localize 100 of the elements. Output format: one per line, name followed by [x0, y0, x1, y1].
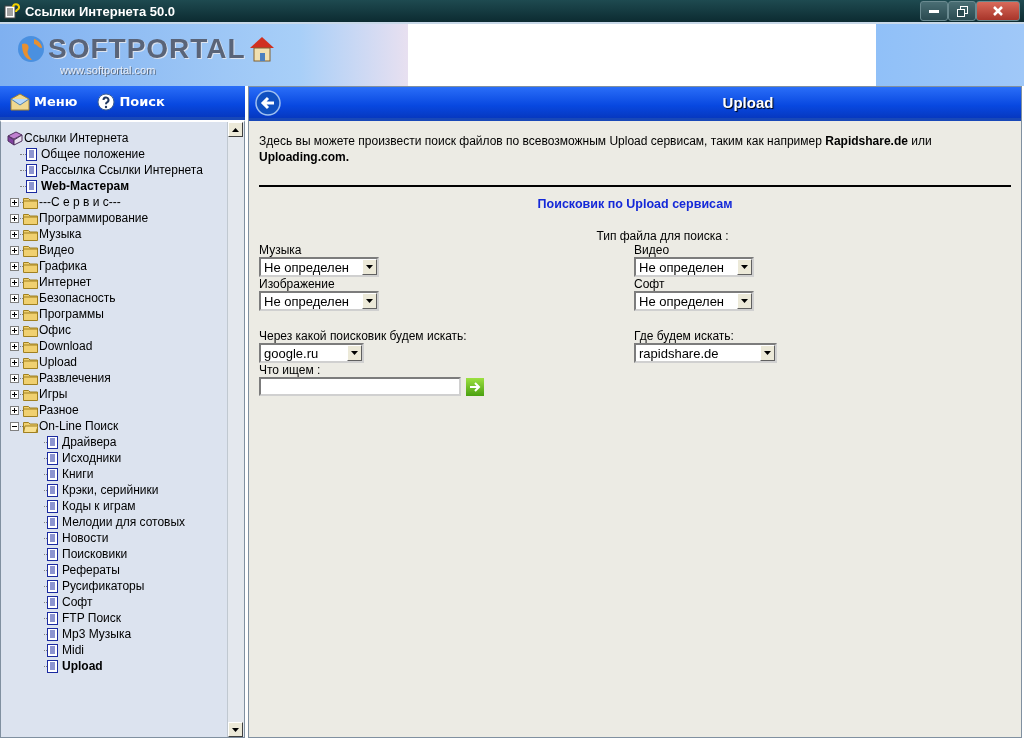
tree-item[interactable]: Рефераты [58, 563, 120, 577]
close-button[interactable] [976, 1, 1020, 21]
tree-item[interactable]: Программы [38, 307, 104, 321]
minimize-icon [929, 9, 939, 13]
expand-icon[interactable] [10, 389, 19, 399]
tree-item[interactable]: ---С е р в и с--- [38, 195, 121, 209]
tree-item[interactable]: Коды к играм [58, 499, 136, 513]
down-arrow-icon [741, 265, 748, 269]
field-label: Видео [634, 243, 670, 257]
tree-item[interactable]: FTP Поиск [58, 611, 122, 625]
dropdown[interactable]: Не определен [259, 291, 379, 311]
collapse-icon[interactable] [10, 421, 19, 431]
document-icon [47, 451, 58, 465]
folder-icon [23, 275, 38, 289]
tree-item[interactable]: Upload [58, 659, 103, 673]
tree-item[interactable]: Софт [58, 595, 93, 609]
field-label: Где будем искать: [634, 329, 734, 343]
expand-icon[interactable] [10, 341, 19, 351]
back-button[interactable] [255, 89, 281, 116]
field-label: Изображение [259, 277, 335, 291]
tree-item[interactable]: Офис [38, 323, 71, 337]
menu-button[interactable]: Меню [0, 92, 88, 111]
expand-icon[interactable] [10, 261, 19, 271]
dropdown[interactable]: rapidshare.de [634, 343, 777, 363]
down-arrow-icon [764, 351, 771, 355]
document-icon [47, 531, 58, 545]
folder-icon [23, 211, 38, 225]
down-arrow-icon [366, 265, 373, 269]
down-arrow-icon [741, 299, 748, 303]
dropdown[interactable]: Не определен [634, 257, 754, 277]
folder-icon [23, 387, 38, 401]
tree-item[interactable]: Игры [38, 387, 68, 401]
tree-item[interactable]: Русификаторы [58, 579, 145, 593]
field-label: Что ищем : [259, 363, 321, 377]
minimize-button[interactable] [920, 1, 948, 21]
expand-icon[interactable] [10, 277, 19, 287]
tree-item[interactable]: Крэки, серийники [58, 483, 159, 497]
go-button[interactable] [466, 377, 484, 396]
tree-item[interactable]: Книги [58, 467, 94, 481]
expand-icon[interactable] [10, 229, 19, 239]
tree-item[interactable]: Мелодии для сотовых [58, 515, 186, 529]
tree-item[interactable]: Ссылки Интернета [23, 131, 129, 145]
tree-item[interactable]: Download [38, 339, 93, 353]
tree-item[interactable]: Общее положение [37, 147, 145, 161]
open-folder-icon [23, 419, 38, 433]
document-icon [47, 499, 58, 513]
expand-icon[interactable] [10, 293, 19, 303]
tree-item[interactable]: Развлечения [38, 371, 111, 385]
dropdown[interactable]: Не определен [259, 257, 379, 277]
tree-item[interactable]: Поисковики [58, 547, 128, 561]
expand-icon[interactable] [10, 325, 19, 335]
up-arrow-icon [232, 127, 239, 132]
scrollbar[interactable] [227, 122, 244, 737]
expand-icon[interactable] [10, 197, 19, 207]
document-icon [47, 467, 58, 481]
expand-icon[interactable] [10, 405, 19, 415]
close-icon [993, 6, 1003, 16]
tree-item[interactable]: Mp3 Музыка [58, 627, 132, 641]
tree-item[interactable]: Графика [38, 259, 87, 273]
tree-item[interactable]: Музыка [38, 227, 82, 241]
folder-icon [23, 355, 38, 369]
tree-item[interactable]: Интернет [38, 275, 92, 289]
expand-icon[interactable] [10, 309, 19, 319]
dropdown[interactable]: google.ru [259, 343, 364, 363]
tree-item[interactable]: Видео [38, 243, 75, 257]
document-icon [26, 163, 37, 177]
tree-item[interactable]: Midi [58, 643, 84, 657]
document-icon [47, 627, 58, 641]
expand-icon[interactable] [10, 245, 19, 255]
tree-item[interactable]: Web-Мастерам [37, 179, 130, 193]
document-icon [47, 595, 58, 609]
folder-icon [23, 291, 38, 305]
maximize-button[interactable] [948, 1, 976, 21]
intro-text: Здесь вы можете произвести поиск файлов по всевозможным Upload сервисам, таким как например Rapidshare.de или Uploading.com. [259, 133, 933, 165]
file-type-label: Тип файла для поиска : [595, 229, 729, 243]
expand-icon[interactable] [10, 373, 19, 383]
search-field[interactable] [259, 377, 461, 396]
folder-icon [23, 323, 38, 337]
expand-icon[interactable] [10, 357, 19, 367]
tree-item[interactable]: Безопасность [38, 291, 116, 305]
search-button[interactable]: Поиск [87, 92, 175, 111]
tree-item[interactable]: Исходники [58, 451, 122, 465]
folder-icon [23, 371, 38, 385]
section-title: Поисковик по Upload сервисам [537, 197, 733, 211]
tree-item[interactable]: Драйвера [58, 435, 117, 449]
window-title: Ссылки Интернета 50.0 [25, 3, 177, 19]
tree-item[interactable]: Рассылка Ссылки Интернета [37, 163, 203, 177]
expand-icon[interactable] [10, 213, 19, 223]
folder-icon [23, 339, 38, 353]
folder-icon [23, 195, 38, 209]
tree-item[interactable]: Программирование [38, 211, 149, 225]
arrow-right-icon [469, 381, 481, 392]
document-icon [47, 515, 58, 529]
dropdown[interactable]: Не определен [634, 291, 754, 311]
folder-icon [23, 227, 38, 241]
tree-item[interactable]: On-Line Поиск [38, 419, 119, 433]
tree-item[interactable]: Upload [38, 355, 78, 369]
page-title: Upload [721, 94, 775, 111]
tree-item[interactable]: Разное [38, 403, 79, 417]
tree-item[interactable]: Новости [58, 531, 109, 545]
